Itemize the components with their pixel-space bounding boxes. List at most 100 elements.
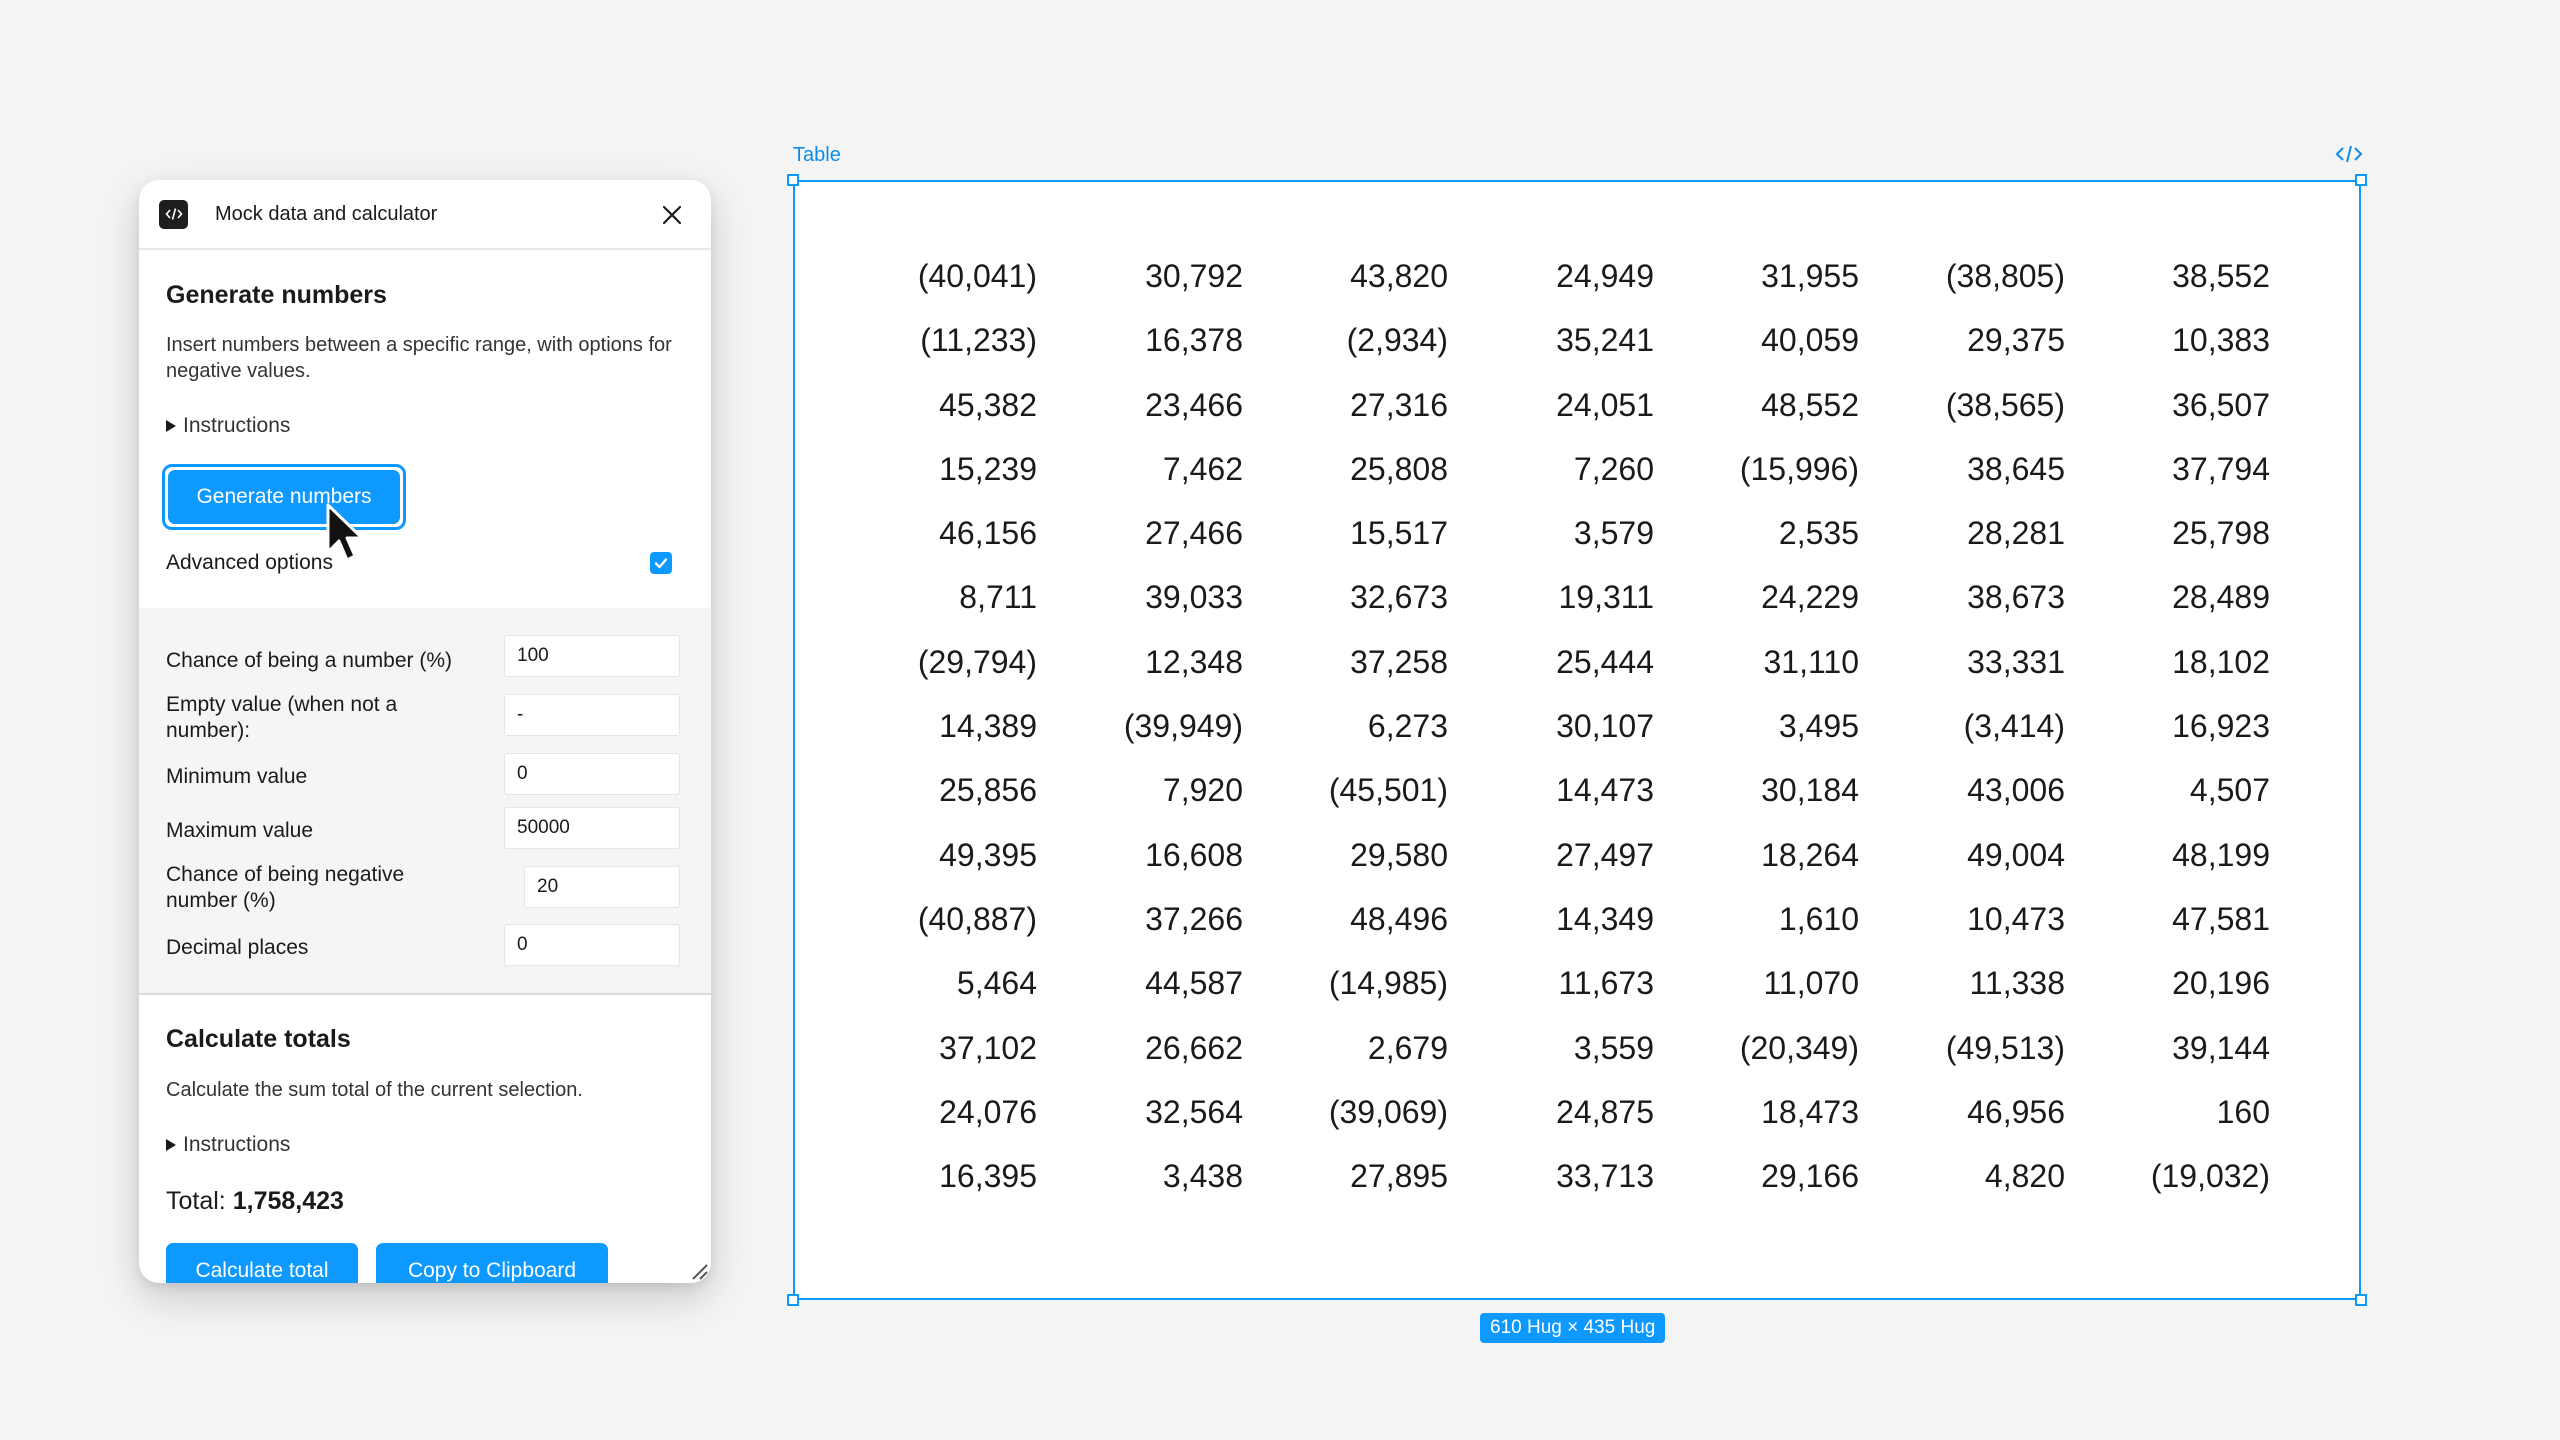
table-cell[interactable]: 25,444 [1454,644,1654,681]
table-cell[interactable]: 11,070 [1659,965,1860,1002]
table-cell[interactable]: (40,887) [837,901,1037,938]
table-cell[interactable]: 8,711 [837,579,1037,616]
table-cell[interactable]: 28,489 [2070,579,2270,616]
table-cell[interactable]: 27,497 [1454,837,1654,874]
table-cell[interactable]: 38,673 [1865,579,2065,616]
table-cell[interactable]: 16,608 [1043,837,1243,874]
table-cell[interactable]: 5,464 [837,965,1037,1002]
table-cell[interactable]: (38,565) [1865,387,2065,424]
table-cell[interactable]: 2,679 [1248,1030,1448,1067]
table-cell[interactable]: 25,808 [1248,451,1448,488]
table-cell[interactable]: 20,196 [2070,965,2270,1002]
empty-value-input[interactable] [504,694,680,736]
calculate-instructions-toggle[interactable]: Instructions [166,1133,290,1157]
table-cell[interactable]: 43,006 [1865,772,2065,809]
table-cell[interactable]: 16,395 [837,1158,1037,1195]
advanced-options-checkbox[interactable] [650,552,672,574]
table-cell[interactable]: 30,792 [1043,258,1243,295]
table-cell[interactable]: 46,156 [837,515,1037,552]
table-cell[interactable]: 7,462 [1043,451,1243,488]
table-cell[interactable]: 15,517 [1248,515,1448,552]
generate-instructions-toggle[interactable]: Instructions [166,414,290,438]
table-cell[interactable]: 3,559 [1454,1030,1654,1067]
table-cell[interactable]: 16,923 [2070,708,2270,745]
table-cell[interactable]: 3,579 [1454,515,1654,552]
table-cell[interactable]: 36,507 [2070,387,2270,424]
table-cell[interactable]: (45,501) [1248,772,1448,809]
table-cell[interactable]: 12,348 [1043,644,1243,681]
table-cell[interactable]: (19,032) [2070,1158,2270,1195]
table-cell[interactable]: 39,144 [2070,1030,2270,1067]
table-cell[interactable]: 7,260 [1454,451,1654,488]
table-cell[interactable]: 3,438 [1043,1158,1243,1195]
table-cell[interactable]: 37,266 [1043,901,1243,938]
negative-chance-input[interactable] [524,866,680,908]
table-cell[interactable]: 18,473 [1659,1094,1859,1131]
table-cell[interactable]: 46,956 [1865,1094,2065,1131]
table-cell[interactable]: 24,875 [1454,1094,1654,1131]
table-cell[interactable]: 14,389 [837,708,1037,745]
table-cell[interactable]: 24,229 [1659,579,1859,616]
table-cell[interactable]: 35,241 [1454,322,1654,359]
table-cell[interactable]: 26,662 [1043,1030,1243,1067]
table-cell[interactable]: 37,794 [2070,451,2270,488]
table-cell[interactable]: 32,564 [1043,1094,1243,1131]
table-cell[interactable]: 29,166 [1659,1158,1859,1195]
table-cell[interactable]: (3,414) [1865,708,2065,745]
table-cell[interactable]: 6,273 [1248,708,1448,745]
calculate-total-button[interactable]: Calculate total [166,1243,358,1283]
table-cell[interactable]: 15,239 [837,451,1037,488]
table-cell[interactable]: 7,920 [1043,772,1243,809]
table-cell[interactable]: 4,820 [1865,1158,2065,1195]
table-cell[interactable]: 25,856 [837,772,1037,809]
table-cell[interactable]: 48,199 [2070,837,2270,874]
table-cell[interactable]: (14,985) [1248,965,1448,1002]
resize-handle-bottom-left[interactable] [787,1294,799,1306]
table-cell[interactable]: 3,495 [1659,708,1859,745]
maximum-value-input[interactable] [504,807,680,849]
table-cell[interactable]: (29,794) [837,644,1037,681]
frame-label[interactable]: Table [793,144,841,167]
table-cell[interactable]: 31,955 [1659,258,1859,295]
table-cell[interactable]: (15,996) [1659,451,1859,488]
dev-mode-code-icon[interactable] [2335,144,2363,164]
table-cell[interactable]: 30,184 [1659,772,1859,809]
table-cell[interactable]: 16,378 [1043,322,1243,359]
resize-grip-icon[interactable] [689,1261,709,1281]
table-cell[interactable]: 10,383 [2070,322,2270,359]
table-cell[interactable]: 23,466 [1043,387,1243,424]
table-cell[interactable]: 38,645 [1865,451,2065,488]
decimal-places-input[interactable] [504,924,680,966]
table-cell[interactable]: 37,102 [837,1030,1037,1067]
table-cell[interactable]: 47,581 [2070,901,2270,938]
table-cell[interactable]: 38,552 [2070,258,2270,295]
table-cell[interactable]: 19,311 [1454,579,1655,616]
copy-to-clipboard-button[interactable]: Copy to Clipboard [376,1243,608,1283]
table-cell[interactable]: 11,338 [1865,965,2066,1002]
table-cell[interactable]: 43,820 [1248,258,1448,295]
table-cell[interactable]: 14,349 [1454,901,1654,938]
table-cell[interactable]: 2,535 [1659,515,1859,552]
table-cell[interactable]: 39,033 [1043,579,1243,616]
table-cell[interactable]: (11,233) [837,322,1037,359]
table-cell[interactable]: (2,934) [1248,322,1448,359]
table-cell[interactable]: 48,552 [1659,387,1859,424]
table-cell[interactable]: 29,375 [1865,322,2065,359]
table-cell[interactable]: 18,102 [2070,644,2270,681]
table-cell[interactable]: 24,076 [837,1094,1037,1131]
table-cell[interactable]: 25,798 [2070,515,2270,552]
table-cell[interactable]: 4,507 [2070,772,2270,809]
table-cell[interactable]: 11,673 [1454,965,1655,1002]
table-cell[interactable]: 27,895 [1248,1158,1448,1195]
table-cell[interactable]: 33,713 [1454,1158,1654,1195]
table-cell[interactable]: 27,316 [1248,387,1448,424]
table-cell[interactable]: 49,395 [837,837,1037,874]
table-cell[interactable]: (38,805) [1865,258,2065,295]
minimum-value-input[interactable] [504,753,680,795]
table-cell[interactable]: (39,949) [1043,708,1243,745]
number-chance-input[interactable] [504,635,680,677]
resize-handle-bottom-right[interactable] [2355,1294,2367,1306]
table-cell[interactable]: 44,587 [1043,965,1243,1002]
table-cell[interactable]: 40,059 [1659,322,1859,359]
table-cell[interactable]: (39,069) [1248,1094,1448,1131]
